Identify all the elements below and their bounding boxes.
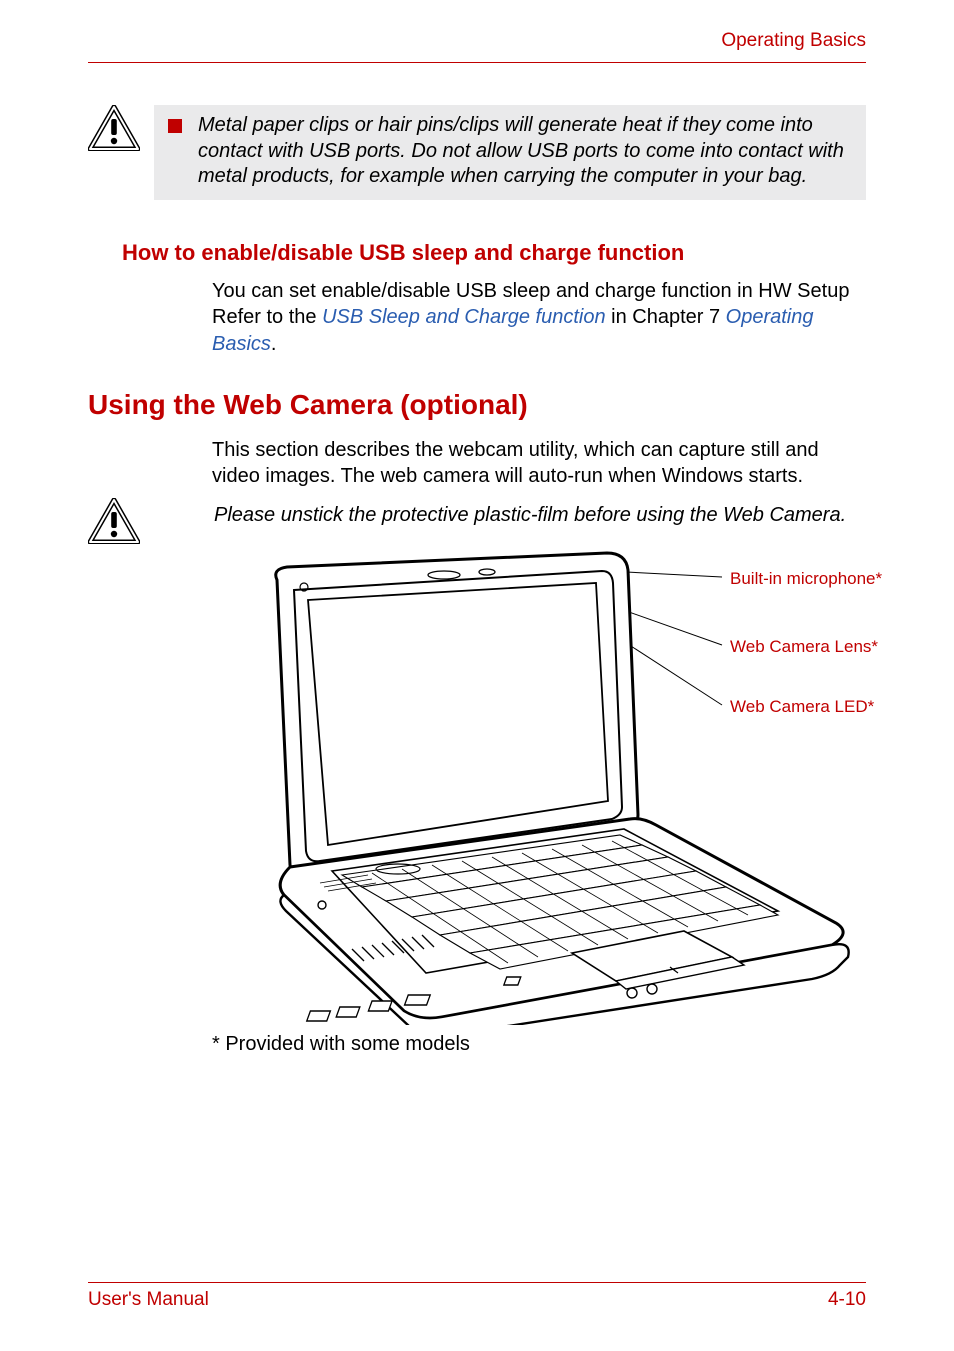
note-text: Please unstick the protective plastic-fi… — [214, 504, 846, 527]
paragraph-1: You can set enable/disable USB sleep and… — [212, 278, 866, 357]
warning-icon — [88, 498, 140, 544]
laptop-illustration: Built-in microphone* Web Camera Lens* We… — [212, 545, 872, 1025]
label-web-camera-led: Web Camera LED* — [730, 697, 874, 717]
footer-page-number: 4-10 — [828, 1289, 866, 1311]
footnote: * Provided with some models — [212, 1033, 866, 1056]
page-footer: User's Manual 4-10 — [88, 1282, 866, 1311]
bullet-square-icon — [168, 119, 182, 133]
para1-suffix: . — [271, 333, 277, 355]
header-rule — [88, 62, 866, 63]
paragraph-2: This section describes the webcam utilit… — [212, 437, 866, 490]
label-web-camera-lens: Web Camera Lens* — [730, 637, 878, 657]
subheading: How to enable/disable USB sleep and char… — [122, 240, 866, 266]
para1-mid: in Chapter 7 — [606, 306, 726, 328]
link-usb-sleep-charge[interactable]: USB Sleep and Charge function — [322, 306, 606, 328]
warning-icon — [88, 105, 140, 151]
footer-left: User's Manual — [88, 1289, 209, 1311]
page-header-section: Operating Basics — [88, 30, 866, 52]
warning-text: Metal paper clips or hair pins/clips wil… — [198, 113, 856, 190]
warning-callout: Metal paper clips or hair pins/clips wil… — [154, 105, 866, 200]
footer-rule — [88, 1282, 866, 1283]
label-built-in-microphone: Built-in microphone* — [730, 569, 882, 589]
laptop-svg — [212, 545, 872, 1025]
note-callout: Please unstick the protective plastic-fi… — [154, 504, 866, 527]
heading-1: Using the Web Camera (optional) — [88, 389, 866, 421]
